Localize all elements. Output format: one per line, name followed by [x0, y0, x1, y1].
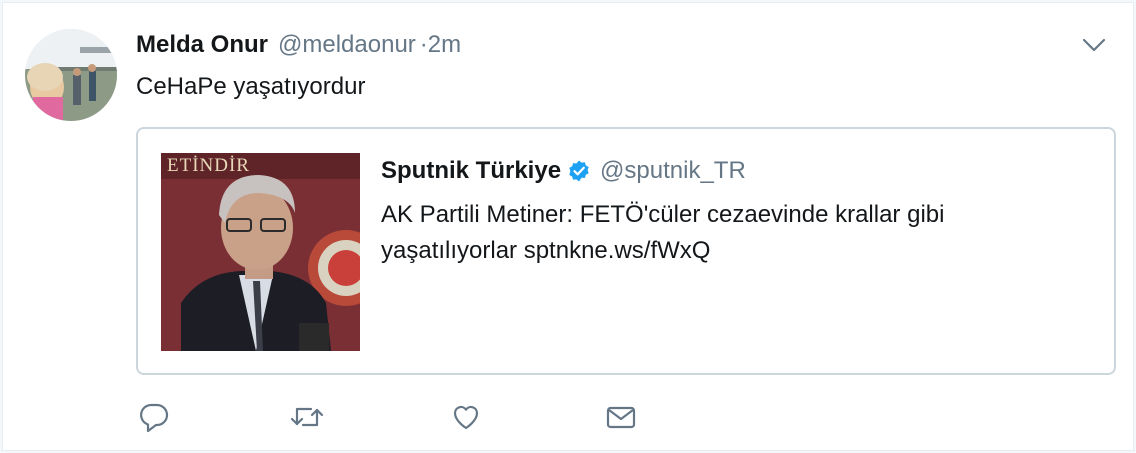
envelope-icon	[606, 406, 636, 429]
like-button[interactable]	[448, 399, 484, 435]
tweet-timestamp[interactable]: ·2m	[420, 31, 461, 59]
reply-icon	[140, 403, 169, 433]
retweet-icon	[290, 407, 324, 427]
avatar[interactable]	[25, 29, 117, 121]
quoted-tweet-text: AK Partili Metiner: FETÖ'cüler cezaevind…	[381, 201, 945, 264]
quoted-tweet-header: Sputnik Türkiye @sputnik_TR	[381, 157, 746, 185]
tweet-header: Melda Onur @meldaonur ·2m	[136, 31, 461, 61]
verified-badge-icon	[569, 160, 589, 182]
quoted-tweet[interactable]: ETİNDİR Sputnik Türkiye @sputnik_TR AK P…	[136, 127, 1116, 375]
heart-icon	[453, 405, 479, 430]
reply-button[interactable]	[136, 399, 172, 435]
tweet-card[interactable]: Melda Onur @meldaonur ·2m CeHaPe yaşatıy…	[2, 2, 1134, 451]
tweet-text: CeHaPe yaşatıyordur	[136, 73, 366, 100]
quoted-tweet-image: ETİNDİR	[161, 153, 360, 351]
chevron-down-icon[interactable]	[1081, 35, 1107, 55]
image-sign-text: ETİNDİR	[167, 155, 250, 176]
author-handle[interactable]: @meldaonur	[278, 31, 416, 59]
avatar-photo	[25, 29, 117, 121]
retweet-button[interactable]	[289, 399, 325, 435]
author-name[interactable]: Melda Onur	[136, 31, 268, 59]
direct-message-button[interactable]	[603, 399, 639, 435]
quoted-author-name[interactable]: Sputnik Türkiye	[381, 157, 561, 185]
quoted-author-handle[interactable]: @sputnik_TR	[600, 157, 746, 185]
